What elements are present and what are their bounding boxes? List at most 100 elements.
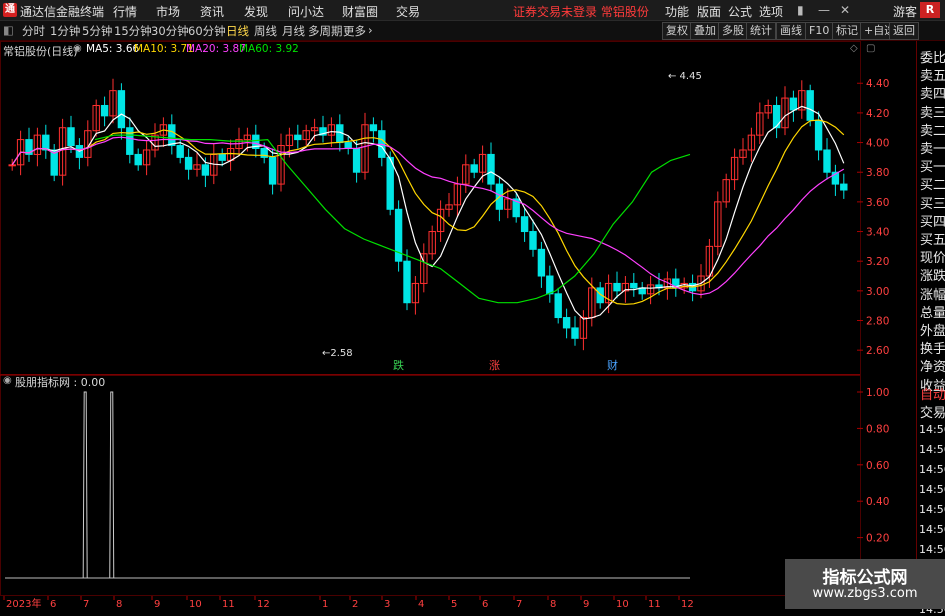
candle-body bbox=[294, 134, 302, 141]
menu-banmian[interactable]: 版面 bbox=[697, 3, 721, 20]
candle-body bbox=[134, 153, 142, 166]
candle-body bbox=[126, 127, 134, 155]
menu-caifuquan[interactable]: 财富圈 bbox=[342, 3, 378, 20]
indicator-toggle-icon[interactable]: ◉ bbox=[3, 375, 12, 386]
side-label-6: 买一 bbox=[920, 160, 945, 176]
tick-time: 14:56 bbox=[919, 523, 945, 536]
quote-side-panel: 委比 卖五 卖四 卖三 卖二 卖一 买一 买二 买三 买四 买五 现价 涨跌 涨幅 总量 外盘 换手 净资 收益 自动… bbox=[916, 41, 945, 616]
menu-xuanxiang[interactable]: 选项 bbox=[759, 3, 783, 20]
time-tick-label: 2023年 bbox=[6, 597, 41, 609]
menu-shichang[interactable]: 市场 bbox=[156, 3, 180, 20]
menu-gongneng[interactable]: 功能 bbox=[665, 3, 689, 20]
period-1min[interactable]: 1分钟 bbox=[50, 23, 80, 39]
period-toolbar: ◧ 分时 1分钟 5分钟 15分钟 30分钟 60分钟 日线 周线 月线 多周期… bbox=[0, 21, 945, 41]
menu-zixun[interactable]: 资讯 bbox=[200, 3, 224, 20]
collapse-icon[interactable]: ◧ bbox=[3, 23, 14, 37]
expand-icon[interactable]: ▢ bbox=[866, 43, 875, 54]
candle-body bbox=[268, 156, 277, 185]
guest-label[interactable]: 游客 bbox=[893, 3, 917, 20]
period-5min[interactable]: 5分钟 bbox=[82, 23, 112, 39]
side-label-4: 卖二 bbox=[920, 123, 945, 139]
trade-label[interactable]: 交易 bbox=[920, 402, 945, 421]
candle-body bbox=[562, 317, 571, 329]
main-kline-chart[interactable]: 4.40 4.20 4.00 3.80 3.60 3.40 3.20 3.00 2.80 2.60… bbox=[0, 41, 916, 375]
tool-fanhui[interactable]: 返回 bbox=[889, 22, 919, 40]
tool-fuquan[interactable]: 复权 bbox=[662, 22, 692, 40]
menu-wenxiaoda[interactable]: 问小达 bbox=[288, 3, 324, 20]
period-more[interactable]: 更多 bbox=[343, 23, 366, 39]
price-tick-label: 4.40 bbox=[866, 78, 889, 90]
period-monthly[interactable]: 月线 bbox=[282, 23, 305, 39]
tool-huaxian[interactable]: 画线 bbox=[776, 22, 806, 40]
kline-svg[interactable]: 4.40 4.20 4.00 3.80 3.60 3.40 3.20 3.00 2.80 2.60… bbox=[0, 41, 916, 375]
indicator-svg[interactable]: 1.00 0.80 0.60 0.40 0.20 bbox=[0, 374, 916, 596]
menu-hangqing[interactable]: 行情 bbox=[113, 3, 137, 20]
tool-f10[interactable]: F10 bbox=[805, 22, 834, 40]
site-watermark: 指标公式网 www.zbgs3.com bbox=[785, 559, 945, 609]
price-tick-label: 3.80 bbox=[866, 167, 889, 179]
diamond-icon[interactable]: ◇ bbox=[850, 43, 858, 54]
time-tick-label: 7 bbox=[516, 599, 522, 609]
time-tick-label: 4 bbox=[418, 599, 424, 609]
period-weekly[interactable]: 周线 bbox=[254, 23, 277, 39]
menu-bar: 通 通达信金融终端 行情 市场 资讯 发现 问小达 财富圈 交易 证券交易未登录… bbox=[0, 0, 945, 21]
auto-trade-label[interactable]: 自动 bbox=[920, 384, 945, 403]
tick-time: 14:56 bbox=[919, 463, 945, 476]
candle-body bbox=[184, 156, 193, 170]
tool-biaoji[interactable]: 标记 bbox=[832, 22, 862, 40]
tool-duogu[interactable]: 多股 bbox=[718, 22, 748, 40]
indicator-frame bbox=[0, 374, 861, 596]
period-15min[interactable]: 15分钟 bbox=[114, 23, 152, 39]
tick-time: 14:56 bbox=[919, 483, 945, 496]
side-label-1: 卖五 bbox=[920, 69, 945, 85]
time-tick-label: 11 bbox=[222, 599, 235, 609]
side-label-2: 卖四 bbox=[920, 87, 945, 103]
ma20-legend: MA20: 3.87 bbox=[186, 43, 246, 55]
period-60min[interactable]: 60分钟 bbox=[188, 23, 226, 39]
price-tick-label: 3.20 bbox=[866, 256, 889, 268]
ma5-legend: MA5: 3.66 bbox=[86, 43, 140, 55]
low-label: ←2.58 bbox=[322, 348, 353, 359]
tool-diejia[interactable]: 叠加 bbox=[690, 22, 720, 40]
minimize-icon[interactable]: — bbox=[818, 3, 830, 17]
side-label-11: 现价 bbox=[920, 251, 945, 267]
event-marker: 涨 bbox=[489, 359, 500, 372]
ma60-legend: MA60: 3.92 bbox=[239, 43, 299, 55]
time-tick-label: 7 bbox=[83, 599, 89, 609]
candle-body bbox=[554, 293, 562, 319]
watermark-title: 指标公式网 bbox=[822, 568, 908, 588]
indicator-chart[interactable]: 1.00 0.80 0.60 0.40 0.20 ◉ 股朋指标网 : 0.00 bbox=[0, 374, 916, 596]
tool-tongji[interactable]: 统计 bbox=[746, 22, 776, 40]
candle-body bbox=[823, 149, 831, 173]
time-tick-label: 2 bbox=[352, 599, 358, 609]
tick-time: 14:56 bbox=[919, 443, 945, 456]
realtime-badge[interactable]: R bbox=[920, 2, 940, 18]
close-icon[interactable]: ✕ bbox=[840, 3, 850, 17]
trade-login-notice[interactable]: 证券交易未登录 常铝股份 bbox=[513, 3, 649, 20]
menu-jiaoyi[interactable]: 交易 bbox=[396, 3, 420, 20]
indicator-tick-label: 0.40 bbox=[866, 496, 889, 508]
candle-body bbox=[630, 282, 638, 289]
time-tick-label: 11 bbox=[648, 599, 661, 609]
period-daily[interactable]: 日线 bbox=[226, 23, 249, 39]
chevron-right-icon[interactable]: › bbox=[368, 23, 373, 37]
side-label-15: 外盘 bbox=[920, 324, 945, 339]
price-tick-label: 2.80 bbox=[866, 316, 889, 328]
side-label-13: 涨幅 bbox=[920, 287, 945, 303]
legend-toggle-icon[interactable]: ◉ bbox=[73, 43, 82, 54]
chart-frame bbox=[0, 41, 861, 375]
side-label-5: 卖一 bbox=[920, 142, 945, 157]
period-fenshi[interactable]: 分时 bbox=[22, 23, 45, 39]
indicator-tick-label: 0.80 bbox=[866, 423, 889, 435]
price-tick-label: 2.60 bbox=[866, 345, 889, 357]
period-30min[interactable]: 30分钟 bbox=[151, 23, 189, 39]
candle-body bbox=[529, 231, 537, 250]
time-axis: 2023年 6 7 8 9 10 11 12 1 2 3 4 5 6 7 8 9 10 11 12 bbox=[0, 596, 916, 610]
menu-gongshi[interactable]: 公式 bbox=[728, 3, 752, 20]
menu-faxian[interactable]: 发现 bbox=[244, 3, 268, 20]
side-label-3: 卖三 bbox=[920, 105, 945, 121]
period-multi[interactable]: 多周期 bbox=[308, 23, 343, 39]
price-tick-label: 4.20 bbox=[866, 108, 889, 120]
user-icon[interactable]: ▮ bbox=[797, 3, 804, 17]
candle-body bbox=[403, 260, 411, 304]
